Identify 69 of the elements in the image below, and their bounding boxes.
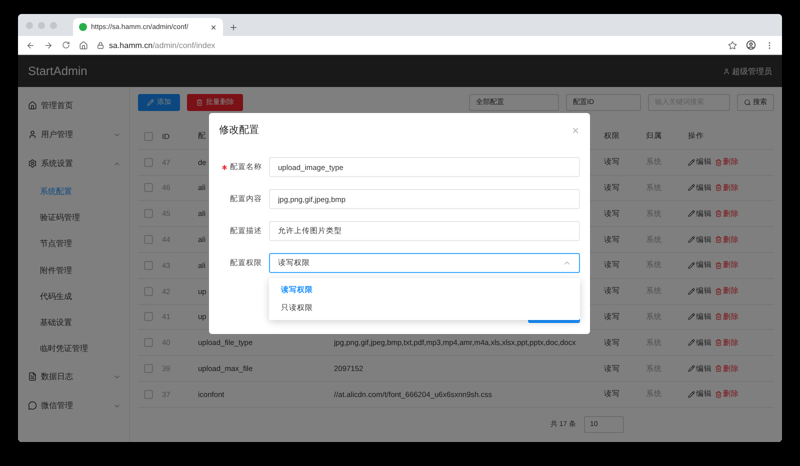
home-icon: [28, 101, 37, 110]
bookmark-star-icon[interactable]: [728, 40, 737, 50]
pencil-icon: [688, 262, 695, 269]
checkbox[interactable]: [144, 235, 153, 244]
sidebar-item[interactable]: 临时凭证管理: [18, 336, 129, 362]
trash-icon: [715, 288, 722, 295]
document-icon: [28, 372, 37, 382]
search-icon: [744, 98, 751, 106]
checkbox[interactable]: [144, 158, 153, 167]
sidebar-item[interactable]: 基础设置: [18, 309, 129, 336]
user-icon: [28, 130, 37, 139]
pencil-icon: [688, 236, 695, 244]
sidebar-item[interactable]: 用户管理: [18, 120, 129, 149]
profile-icon[interactable]: [746, 40, 756, 50]
trash-icon: [715, 184, 722, 192]
pencil-icon: [147, 98, 154, 106]
pencil-icon: [688, 339, 695, 346]
sidebar-item[interactable]: 微信管理: [18, 391, 129, 420]
trash-icon: [715, 210, 722, 218]
trash-icon: [715, 339, 722, 346]
trash-icon: [715, 390, 722, 398]
reload-icon[interactable]: [62, 41, 70, 49]
sidebar-item[interactable]: 系统设置: [18, 149, 129, 178]
required-asterisk-icon: [222, 164, 227, 170]
gear-icon: [28, 159, 37, 168]
checkbox[interactable]: [144, 390, 153, 399]
checkbox[interactable]: [144, 260, 153, 270]
trash-icon: [196, 98, 203, 106]
checkbox[interactable]: [144, 132, 153, 141]
trash-icon: [715, 262, 722, 269]
chevron-up-icon: [563, 259, 571, 267]
checkbox[interactable]: [144, 364, 153, 374]
sidebar-item[interactable]: 验证码管理: [18, 204, 129, 231]
checkbox[interactable]: [144, 286, 153, 296]
forward-icon[interactable]: [44, 40, 53, 50]
pencil-icon: [688, 288, 695, 295]
pencil-icon: [688, 210, 695, 218]
sidebar-item[interactable]: 管理首页: [18, 91, 129, 120]
trash-icon: [715, 236, 722, 244]
address-field[interactable]: sa.hamm.cn/admin/conf/index: [97, 40, 719, 50]
dialog-title: 修改配置: [219, 124, 259, 137]
checkbox[interactable]: [144, 312, 153, 322]
sidebar-item[interactable]: 系统配置: [18, 178, 129, 204]
pencil-icon: [688, 184, 695, 192]
sidebar-item[interactable]: 代码生成: [18, 283, 129, 310]
sidebar-item[interactable]: 节点管理: [18, 230, 129, 257]
checkbox[interactable]: [144, 209, 153, 218]
chat-bubble-icon: [28, 401, 37, 410]
trash-icon: [715, 158, 722, 166]
pencil-icon: [688, 365, 695, 372]
window-controls-icon: [26, 22, 57, 28]
sidebar-item[interactable]: 附件管理: [18, 256, 129, 284]
app-title: StartAdmin: [28, 64, 88, 78]
checkbox[interactable]: [144, 183, 153, 192]
back-icon[interactable]: [26, 40, 35, 50]
trash-icon: [715, 313, 722, 320]
user-menu[interactable]: 超级管理员: [723, 66, 772, 76]
checkbox[interactable]: [144, 338, 153, 348]
new-tab-icon[interactable]: [229, 23, 238, 32]
pencil-icon: [688, 313, 695, 320]
close-icon[interactable]: [210, 24, 217, 30]
user-icon: [723, 68, 730, 74]
sidebar-item[interactable]: 数据日志: [18, 362, 129, 392]
home-icon[interactable]: [79, 40, 88, 50]
pencil-icon: [688, 390, 695, 398]
favicon-icon: [79, 23, 87, 31]
trash-icon: [715, 365, 722, 372]
lock-icon: [97, 42, 104, 48]
pencil-icon: [688, 158, 695, 166]
